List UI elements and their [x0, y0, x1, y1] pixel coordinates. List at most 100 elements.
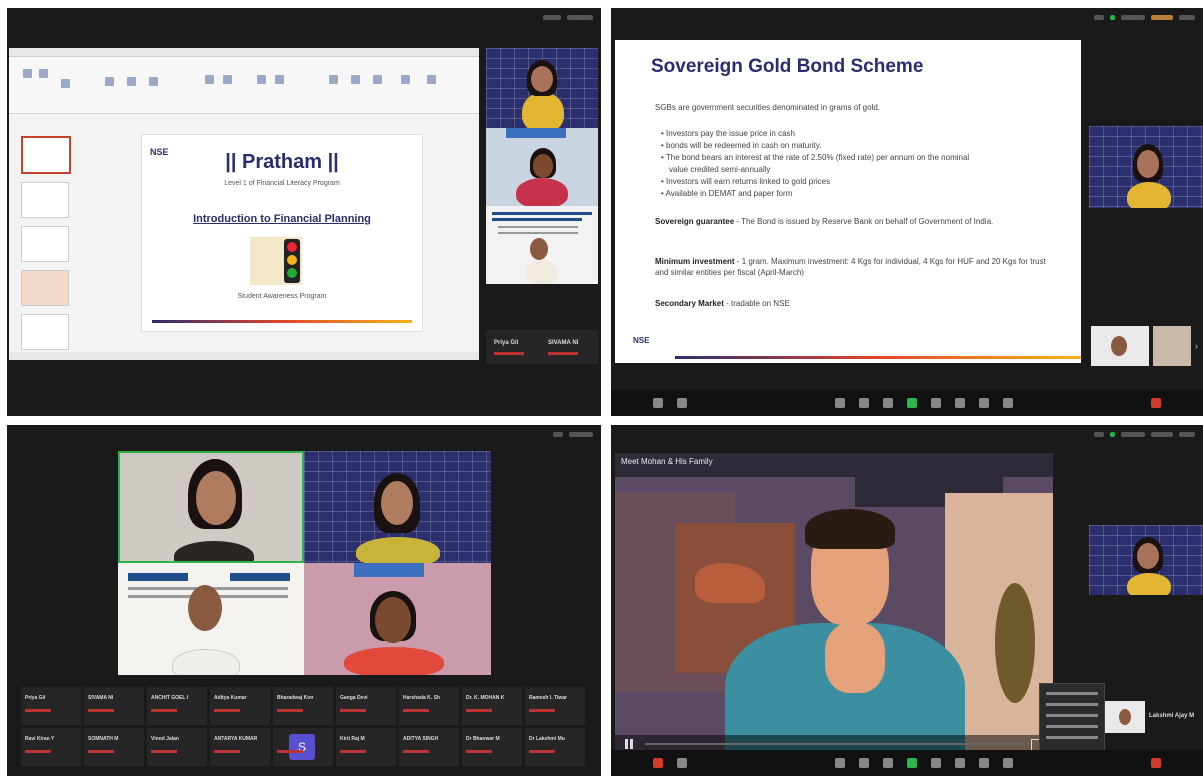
- participant-cell[interactable]: Kirti Raj M: [336, 728, 396, 766]
- participant-name: Lakshmi Ajay M: [1149, 713, 1195, 719]
- participant-name: SIVAMA NI: [88, 695, 114, 701]
- context-menu[interactable]: [1039, 683, 1105, 757]
- slide-bullet: • bonds will be redeemed in cash on matu…: [661, 141, 822, 150]
- participant-name: Kirti Raj M: [340, 736, 365, 742]
- video-player[interactable]: Meet Mohan & His Family: [615, 453, 1053, 753]
- slide-color-bar: [675, 356, 1081, 359]
- participant-cell[interactable]: Harshada K. Sh: [399, 687, 459, 725]
- slide-footer: Student Awareness Program: [237, 293, 327, 300]
- participant-cell[interactable]: Ravi Kiran Y: [21, 728, 81, 766]
- window-controls[interactable]: [1094, 15, 1195, 20]
- more-icon[interactable]: [1003, 758, 1013, 768]
- participant-cell[interactable]: Bharadwaj Kon: [273, 687, 333, 725]
- participants-icon[interactable]: [835, 398, 845, 408]
- participant-cell[interactable]: SOMNATH M: [84, 728, 144, 766]
- slide-thumb[interactable]: [21, 136, 71, 174]
- progress-bar[interactable]: [645, 743, 1023, 745]
- video-tile[interactable]: [118, 563, 304, 675]
- play-pause-icon[interactable]: [625, 739, 633, 749]
- participants-icon[interactable]: [835, 758, 845, 768]
- slide-thumb[interactable]: [21, 314, 69, 350]
- chat-icon[interactable]: [859, 758, 869, 768]
- slide-bullet: value credited semi-annually: [669, 165, 771, 174]
- video-tile[interactable]: [1091, 326, 1149, 366]
- slide-thumb[interactable]: [21, 226, 69, 262]
- chat-icon[interactable]: [859, 398, 869, 408]
- participant-name: Ganga Devi: [340, 695, 368, 701]
- active-speaker-tile[interactable]: [118, 451, 304, 563]
- slide-bullet: • Investors pay the issue price in cash: [661, 129, 795, 138]
- participant-cell[interactable]: Aditya Kumar: [210, 687, 270, 725]
- mic-muted-icon: [529, 750, 555, 753]
- leave-icon[interactable]: [1151, 758, 1161, 768]
- video-tile[interactable]: [486, 48, 598, 128]
- traffic-light-image: [250, 237, 302, 285]
- mic-muted-icon: [25, 750, 51, 753]
- participant-name: Bharadwaj Kon: [277, 695, 314, 701]
- share-screen-icon[interactable]: [907, 398, 917, 408]
- mic-muted-icon: [277, 750, 303, 753]
- video-tile[interactable]: [1089, 525, 1203, 595]
- participant-name: Priya Gil: [494, 340, 519, 346]
- video-tile[interactable]: [1105, 701, 1145, 733]
- slide-thumb[interactable]: [21, 270, 69, 306]
- video-camera-icon[interactable]: [677, 758, 687, 768]
- participant-cell[interactable]: Dr. K. MOHAN K: [462, 687, 522, 725]
- participant-cell[interactable]: S: [273, 728, 333, 766]
- video-tile[interactable]: [1089, 126, 1203, 208]
- participant-cell[interactable]: ANCHIT GOEL I: [147, 687, 207, 725]
- participant-cell[interactable]: Priya Gil: [21, 687, 81, 725]
- participant-name: Dr Bhanwar M: [466, 736, 500, 742]
- summary-icon[interactable]: [931, 398, 941, 408]
- participant-cell[interactable]: ANTARYA KUMAR: [210, 728, 270, 766]
- mic-muted-icon: [403, 709, 429, 712]
- share-screen-icon[interactable]: [907, 758, 917, 768]
- zoom-toolbar: [611, 390, 1203, 416]
- window-controls[interactable]: [1094, 432, 1195, 437]
- participant-name: SOMNATH M: [88, 736, 119, 742]
- react-icon[interactable]: [883, 758, 893, 768]
- chevron-right-icon[interactable]: ›: [1195, 341, 1198, 351]
- mic-muted-icon: [151, 750, 177, 753]
- video-camera-icon[interactable]: [677, 398, 687, 408]
- participant-cell[interactable]: Ramesh I. Tiwar: [525, 687, 585, 725]
- react-icon[interactable]: [883, 398, 893, 408]
- more-icon[interactable]: [1003, 398, 1013, 408]
- slide-heading: Introduction to Financial Planning: [193, 213, 371, 225]
- mic-icon[interactable]: [653, 398, 663, 408]
- video-tile[interactable]: [304, 451, 491, 563]
- mic-muted-icon[interactable]: [653, 758, 663, 768]
- avatar: S: [289, 734, 315, 760]
- participant-name: Ravi Kiran Y: [25, 736, 55, 742]
- video-tile[interactable]: [486, 128, 598, 206]
- window-controls[interactable]: [543, 15, 593, 20]
- slide-thumbnails[interactable]: [15, 132, 71, 350]
- participant-cell[interactable]: Dr Lakshmi Mu: [525, 728, 585, 766]
- participant-cell[interactable]: Vinod Jalan: [147, 728, 207, 766]
- nse-logo: NSE: [633, 336, 650, 345]
- apps-icon[interactable]: [979, 758, 989, 768]
- summary-icon[interactable]: [931, 758, 941, 768]
- ai-companion-icon[interactable]: [955, 758, 965, 768]
- current-slide: NSE || Pratham || Level 1 of Financial L…: [141, 134, 423, 332]
- participant-cell[interactable]: Ganga Devi: [336, 687, 396, 725]
- participants-strip[interactable]: Priya Gil SIVAMA NI: [486, 330, 598, 364]
- ai-companion-icon[interactable]: [955, 398, 965, 408]
- video-tile[interactable]: [1153, 326, 1191, 366]
- participant-cell[interactable]: SIVAMA NI: [84, 687, 144, 725]
- slide-thumb[interactable]: [21, 182, 69, 218]
- mic-muted-icon: [277, 709, 303, 712]
- video-tile[interactable]: [304, 563, 491, 675]
- window-controls[interactable]: [553, 432, 593, 437]
- slide-subtitle: Level 1 of Financial Literacy Program: [224, 180, 340, 187]
- slide-color-bar: [152, 320, 412, 323]
- ppt-ribbon[interactable]: [9, 57, 479, 114]
- leave-icon[interactable]: [1151, 398, 1161, 408]
- slide-paragraph: Sovereign guarantee - The Bond is issued…: [655, 217, 994, 226]
- participant-cell[interactable]: Dr Bhanwar M: [462, 728, 522, 766]
- participant-cell[interactable]: ADITYA SINGH: [399, 728, 459, 766]
- participant-name: Dr Lakshmi Mu: [529, 736, 565, 742]
- apps-icon[interactable]: [979, 398, 989, 408]
- video-tile[interactable]: [486, 206, 598, 284]
- meeting-screenshot-2: Sovereign Gold Bond Scheme SGBs are gove…: [611, 8, 1203, 416]
